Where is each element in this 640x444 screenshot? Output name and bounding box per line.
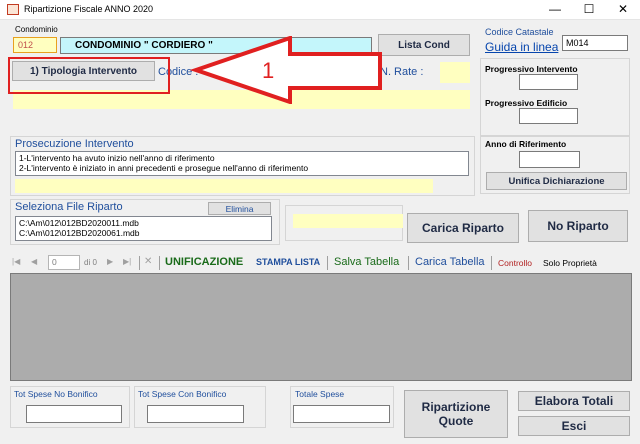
app-icon xyxy=(7,4,19,15)
minimize-button[interactable]: — xyxy=(538,0,572,20)
esci-button[interactable]: Esci xyxy=(518,416,630,436)
position-field[interactable]: 0 xyxy=(48,255,80,270)
annotation-arrow-icon xyxy=(190,36,382,104)
data-grid[interactable] xyxy=(10,273,632,381)
unifica-dichiarazione-button[interactable]: Unifica Dichiarazione xyxy=(486,172,627,190)
controllo-button[interactable]: Controllo xyxy=(498,258,532,268)
n-rate-label: N. Rate : xyxy=(380,66,424,78)
stampa-lista-button[interactable]: STAMPA LISTA xyxy=(256,257,320,267)
file-item-1[interactable]: C:\Am\012\012BD2020011.mdb xyxy=(19,218,268,228)
ripartizione-quote-line-1: Ripartizione xyxy=(421,400,491,414)
codice-catastale-label: Codice Catastale xyxy=(485,27,554,37)
move-first-icon[interactable]: |◀ xyxy=(12,257,20,266)
riparto-info-field xyxy=(293,214,403,228)
prosecuzione-listbox[interactable]: 1-L'intervento ha avuto inizio nell'anno… xyxy=(15,151,469,176)
move-next-icon[interactable]: ▶ xyxy=(107,257,113,266)
anno-riferimento-label: Anno di Riferimento xyxy=(485,139,567,149)
toolbar-separator xyxy=(408,256,409,270)
carica-riparto-button[interactable]: Carica Riparto xyxy=(407,213,519,243)
elabora-totali-button[interactable]: Elabora Totali xyxy=(518,391,630,411)
file-item-2[interactable]: C:\Am\012\012BD2020061.mdb xyxy=(19,228,268,238)
tot-spese-con-bonifico-field[interactable] xyxy=(147,405,244,423)
delete-icon[interactable]: ✕ xyxy=(144,256,152,267)
progressivo-edificio-label: Progressivo Edificio xyxy=(485,98,568,108)
condominio-label: Condominio xyxy=(15,25,58,34)
seleziona-file-title: Seleziona File Riparto xyxy=(15,201,123,213)
guida-in-linea-link[interactable]: Guida in linea xyxy=(485,40,558,54)
progressivo-intervento-field[interactable] xyxy=(519,74,578,90)
tot-spese-con-bonifico-label: Tot Spese Con Bonifico xyxy=(138,389,227,399)
carica-tabella-button[interactable]: Carica Tabella xyxy=(415,256,485,268)
file-riparto-listbox[interactable]: C:\Am\012\012BD2020011.mdb C:\Am\012\012… xyxy=(15,216,272,241)
move-previous-icon[interactable]: ◀ xyxy=(31,257,37,266)
totale-spese-label: Totale Spese xyxy=(295,389,345,399)
codice-catastale-field[interactable]: M014 xyxy=(562,35,628,51)
lista-cond-button[interactable]: Lista Cond xyxy=(378,34,470,56)
toolbar-separator xyxy=(327,256,328,270)
annotation-number: 1 xyxy=(262,58,275,83)
toolbar-separator xyxy=(159,256,160,270)
n-rate-field[interactable] xyxy=(440,62,470,83)
tot-spese-no-bonifico-field[interactable] xyxy=(26,405,122,423)
window-title: Ripartizione Fiscale ANNO 2020 xyxy=(24,4,154,14)
totale-spese-field[interactable] xyxy=(293,405,390,423)
prosecuzione-field xyxy=(15,179,433,193)
toolbar-separator xyxy=(491,256,492,270)
condominio-code-field[interactable]: 012 xyxy=(13,37,57,53)
progressivo-intervento-label: Progressivo Intervento xyxy=(485,64,578,74)
toolbar-separator xyxy=(139,256,140,270)
anno-riferimento-field[interactable] xyxy=(519,151,580,168)
annotation-highlight-box xyxy=(8,57,170,94)
elimina-button[interactable]: Elimina xyxy=(208,202,271,215)
close-button[interactable]: ✕ xyxy=(606,0,640,20)
prosecuzione-option-2[interactable]: 2-L'intervento è iniziato in anni preced… xyxy=(19,163,465,173)
salva-tabella-button[interactable]: Salva Tabella xyxy=(334,256,399,268)
no-riparto-button[interactable]: No Riparto xyxy=(528,210,628,242)
solo-proprieta-button[interactable]: Solo Proprietà xyxy=(543,258,597,268)
maximize-button[interactable]: ☐ xyxy=(572,0,606,20)
record-count-label: di 0 xyxy=(84,258,97,267)
tot-spese-no-bonifico-label: Tot Spese No Bonifico xyxy=(14,389,98,399)
ripartizione-quote-line-2: Quote xyxy=(438,414,474,428)
progressivo-edificio-field[interactable] xyxy=(519,108,578,124)
unificazione-button[interactable]: UNIFICAZIONE xyxy=(165,256,243,268)
prosecuzione-title: Prosecuzione Intervento xyxy=(15,138,134,150)
prosecuzione-option-1[interactable]: 1-L'intervento ha avuto inizio nell'anno… xyxy=(19,153,465,163)
ripartizione-quote-button[interactable]: Ripartizione Quote xyxy=(404,390,508,438)
move-last-icon[interactable]: ▶| xyxy=(123,257,131,266)
